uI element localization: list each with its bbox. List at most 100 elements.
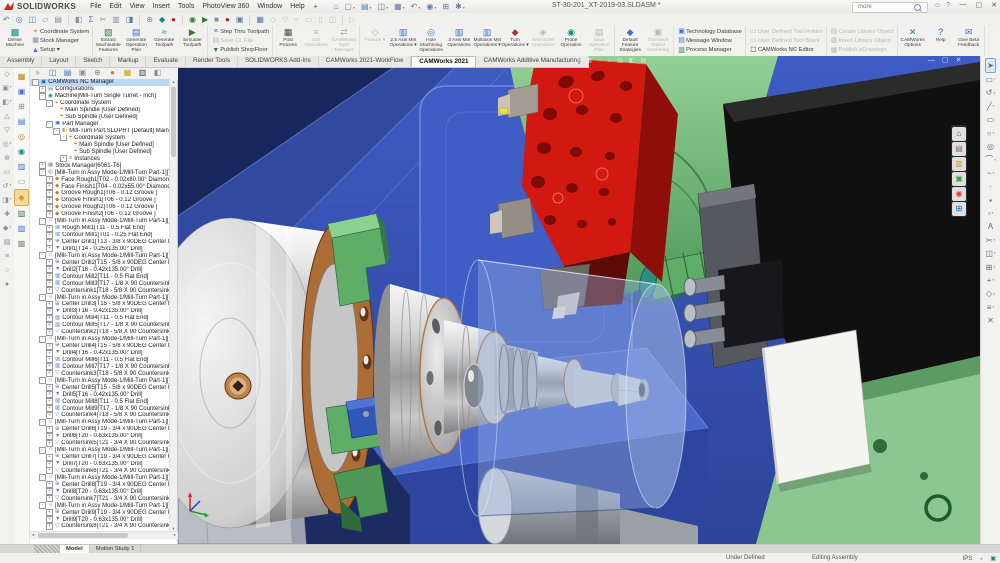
tree-expander[interactable]: + bbox=[46, 204, 53, 211]
toolbar-icon-15[interactable]: ■ bbox=[211, 16, 222, 24]
tree-item-groove-rough2-t06-0-12-groove[interactable]: +◆Groove Rough2[T06 - 0.12 Groove ] bbox=[30, 204, 171, 211]
cam-strip-icon-4[interactable]: ◎ bbox=[15, 129, 28, 144]
ribbon-button-3-axis-mill-operations[interactable]: ▥3 Axis Mill Operations bbox=[445, 26, 473, 56]
sketch-tool-icon-8[interactable]: ~▾ bbox=[987, 167, 994, 180]
minimize-button[interactable]: — bbox=[960, 1, 967, 9]
toolbar-icon-18[interactable]: ▦ bbox=[253, 16, 267, 24]
tree-expander[interactable]: + bbox=[46, 461, 53, 468]
tree-expander[interactable]: + bbox=[46, 280, 53, 287]
sketch-tool-dropdown-14[interactable]: ▾ bbox=[994, 252, 996, 256]
tab-assembly[interactable]: Assembly bbox=[0, 56, 42, 67]
tree-expander[interactable]: - bbox=[46, 100, 53, 107]
tree-expander[interactable]: + bbox=[46, 516, 53, 523]
headsup-icon-1[interactable]: ▦ bbox=[586, 58, 592, 64]
cam-strip-icon-9[interactable]: ▧ bbox=[15, 206, 28, 221]
cam-strip-icon-1[interactable]: ▣ bbox=[15, 84, 28, 99]
tree-expander[interactable]: + bbox=[46, 232, 53, 239]
sketch-tool-icon-2[interactable]: ↺▾ bbox=[986, 87, 995, 100]
tree-item-countersink4-t18-5-8-x-90-countersink[interactable]: +▽Countersink4[T18 - 5/8 X 90 Countersin… bbox=[30, 412, 171, 419]
tree-expander[interactable]: + bbox=[46, 190, 53, 197]
design-library-icon[interactable]: ▤ bbox=[952, 142, 966, 156]
select-icon-dropdown[interactable]: ▾ bbox=[434, 5, 436, 10]
left-toolbar-icon-10[interactable]: ✚ bbox=[4, 207, 10, 221]
ribbon-button-hole-machining-operations[interactable]: ◎Hole Machining Operations bbox=[417, 26, 445, 56]
menu-view[interactable]: View bbox=[125, 3, 148, 10]
tree-item-drill7-t20-0-63x135-00-drill[interactable]: +▼Drill7[T20 - 0.63x135.00° Drill] bbox=[30, 461, 171, 468]
tree-item-stock-manager-6061-t6[interactable]: +▦Stock Manager[6061-T6] bbox=[30, 162, 171, 169]
sketch-tool-icon-10[interactable]: ▪ bbox=[989, 194, 992, 207]
sketch-tool-dropdown-17[interactable]: ▾ bbox=[993, 293, 995, 297]
tree-expander[interactable]: - bbox=[39, 252, 46, 259]
tree-expander[interactable]: + bbox=[46, 183, 53, 190]
menu-insert[interactable]: Insert bbox=[149, 3, 175, 10]
tree-item-face-finish1-t04-0-02x55-00-diamond[interactable]: +◆Face Finish1[T04 - 0.02x55.00° Diamond… bbox=[30, 183, 171, 190]
ribbon-button-define-machine[interactable]: ▩Define Machine bbox=[1, 26, 29, 56]
tree-expander[interactable]: - bbox=[39, 93, 46, 100]
tree-expander[interactable]: + bbox=[46, 329, 53, 336]
tree-item-contour-mill6-t11-0-5-flat-end[interactable]: +▥Contour Mill6[T11 - 0.5 Flat End] bbox=[30, 357, 171, 364]
scroll-up-icon[interactable]: ▲ bbox=[170, 79, 177, 84]
cam-strip-icon-11[interactable]: ▩ bbox=[15, 236, 28, 251]
tree-expander[interactable]: + bbox=[46, 405, 53, 412]
tree-item-drill4-t16-0-42x135-00-drill[interactable]: +▼Drill4[T16 - 0.42x135.00° Drill] bbox=[30, 350, 171, 357]
left-toolbar-dropdown-11[interactable]: ▾ bbox=[9, 226, 11, 230]
sketch-tool-icon-1[interactable]: ▭▾ bbox=[985, 73, 995, 86]
tree-item-coordinate-system[interactable]: -⌖Coordinate System bbox=[30, 100, 171, 107]
tree-expander[interactable]: + bbox=[46, 322, 53, 329]
tree-item-drill6-t20-0-63x135-00-drill[interactable]: +▼Drill6[T20 - 0.63x135.00° Drill] bbox=[30, 433, 171, 440]
ribbon-button-publish-shopfloor[interactable]: ▼Publish ShopFloor bbox=[211, 46, 269, 55]
left-toolbar-icon-6[interactable]: ⊕ bbox=[4, 151, 10, 165]
tree-item-part-manager[interactable]: -▣Part Manager bbox=[30, 121, 171, 128]
tree-expander[interactable]: + bbox=[46, 440, 53, 447]
tree-item-face-rough1-t02-0-02x80-00-diamond[interactable]: +◆Face Rough1[T02 - 0.02x80.00° Diamond … bbox=[30, 176, 171, 183]
model-tab-motion-study-1[interactable]: Motion Study 1 bbox=[90, 545, 142, 553]
ribbon-button-generate-operation-plan[interactable]: ▤Generate Operation Plan bbox=[122, 26, 150, 56]
toolbar-icon-13[interactable]: ◉ bbox=[186, 16, 199, 24]
sketch-tool-icon-16[interactable]: +▾ bbox=[987, 274, 994, 287]
tag-icon[interactable]: ▣ bbox=[990, 555, 996, 562]
sketch-tool-icon-15[interactable]: ⊞▾ bbox=[986, 261, 995, 274]
left-toolbar-dropdown-5[interactable]: ▾ bbox=[10, 142, 12, 146]
toolbar-icon-8[interactable]: ▥ bbox=[109, 16, 123, 24]
tree-expander[interactable]: + bbox=[46, 211, 53, 218]
left-toolbar-icon-11[interactable]: ◆▾ bbox=[3, 221, 11, 235]
cam-strip-icon-10[interactable]: ▨ bbox=[15, 221, 28, 236]
tree-expander[interactable]: + bbox=[46, 273, 53, 280]
tree-expander[interactable]: + bbox=[46, 426, 53, 433]
configurationmanager-icon[interactable]: ▣ bbox=[75, 69, 90, 77]
camworks-tools-tree-icon[interactable]: ◧ bbox=[150, 69, 165, 77]
toolbar-icon-1[interactable]: ◎ bbox=[13, 16, 26, 24]
sketch-tool-dropdown-5[interactable]: ▾ bbox=[993, 132, 995, 136]
menu-file[interactable]: File bbox=[86, 3, 105, 10]
menu-edit[interactable]: Edit bbox=[105, 3, 125, 10]
tree-expander[interactable]: - bbox=[53, 128, 60, 135]
tree-item-drill9-t20-0-63x135-00-drill[interactable]: +▼Drill9[T20 - 0.63x135.00° Drill] bbox=[30, 516, 171, 523]
ribbon-button-turn-operations[interactable]: ◆Turn Operations ▾ bbox=[501, 26, 529, 56]
sketch-tool-icon-11[interactable]: ▫▾ bbox=[988, 207, 994, 220]
tree-item-contour-mill9-t17-1-8-x-90-countersink[interactable]: +▥Contour Mill9[T17 - 1/8 X 90 Countersi… bbox=[30, 405, 171, 412]
ribbon-button-probe-operation[interactable]: ◉Probe Operation bbox=[557, 26, 585, 56]
toolbar-icon-5[interactable]: ◧ bbox=[72, 16, 86, 24]
headsup-icon-2[interactable]: ○ bbox=[598, 58, 602, 64]
tree-expander[interactable]: + bbox=[46, 495, 53, 502]
tree-expander[interactable]: - bbox=[39, 447, 46, 454]
tree-item-mill-turn-in-assy-mode-1-mill-turn-part-[interactable]: -☼[Mill-Turn in Assy Mode-1/Mill-Turn Pa… bbox=[30, 218, 171, 225]
sketch-tool-icon-6[interactable]: ◎ bbox=[987, 140, 994, 153]
toolbar-icon-11[interactable]: ◆ bbox=[156, 16, 168, 24]
ribbon-button-multiaxis-mill-operations[interactable]: ▥Multiaxis Mill Operations ▾ bbox=[473, 26, 501, 56]
tree-expander[interactable]: + bbox=[46, 523, 53, 530]
tab-solidworks-add-ins[interactable]: SOLIDWORKS Add-Ins bbox=[238, 56, 319, 67]
sketch-tool-dropdown-3[interactable]: ▾ bbox=[993, 105, 995, 109]
tab-layout[interactable]: Layout bbox=[42, 56, 76, 67]
tree-expander[interactable]: + bbox=[46, 197, 53, 204]
tree-expander[interactable]: + bbox=[46, 433, 53, 440]
ribbon-button-process-manager[interactable]: ▥Process Manager bbox=[677, 46, 742, 55]
sketch-tool-icon-3[interactable]: ╱▾ bbox=[987, 100, 995, 113]
headsup-icon-5[interactable]: ◧ bbox=[629, 58, 635, 64]
tree-expander[interactable]: - bbox=[39, 294, 46, 301]
tree-expander[interactable]: + bbox=[46, 509, 53, 516]
left-toolbar-dropdown-9[interactable]: ▾ bbox=[10, 198, 12, 202]
select-icon[interactable]: ◉▾ bbox=[423, 2, 439, 11]
tree-item-mill-turn-in-assy-mode-1-mill-turn-part-[interactable]: -☼[Mill-Turn in Assy Mode-1/Mill-Turn Pa… bbox=[30, 474, 171, 481]
toolbar-icon-3[interactable]: ▱ bbox=[39, 16, 51, 24]
